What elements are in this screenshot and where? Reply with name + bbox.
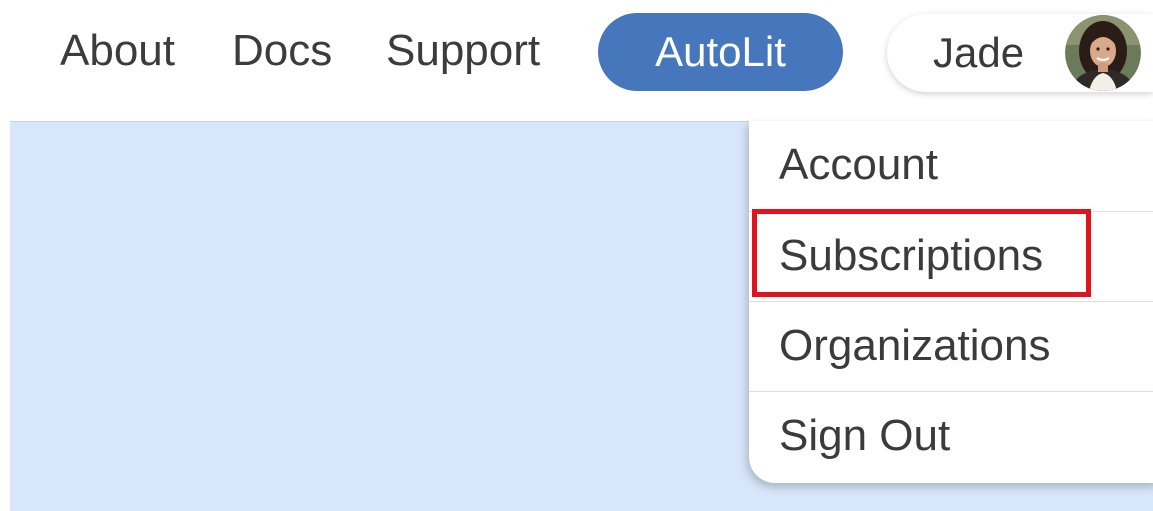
nav-link-about[interactable]: About <box>60 22 175 80</box>
menu-item-account[interactable]: Account <box>749 121 1153 211</box>
page: About Docs Support AutoLit Jade Account … <box>0 0 1153 511</box>
menu-item-sign-out[interactable]: Sign Out <box>749 391 1153 481</box>
nav-link-docs[interactable]: Docs <box>232 22 332 80</box>
user-avatar-icon <box>1065 15 1141 91</box>
nav-link-support[interactable]: Support <box>386 22 540 80</box>
top-navigation: About Docs Support AutoLit Jade <box>0 0 1153 110</box>
user-dropdown-menu: Account Subscriptions Organizations Sign… <box>749 121 1153 483</box>
avatar <box>1065 15 1141 91</box>
user-menu-button[interactable]: Jade <box>887 14 1153 92</box>
menu-item-subscriptions[interactable]: Subscriptions <box>749 211 1153 301</box>
menu-item-organizations[interactable]: Organizations <box>749 301 1153 391</box>
menu-item-label: Subscriptions <box>779 231 1044 280</box>
menu-item-label: Account <box>779 140 938 189</box>
menu-item-label: Organizations <box>779 321 1051 370</box>
user-name: Jade <box>933 29 1025 76</box>
menu-item-label: Sign Out <box>779 411 951 460</box>
autolit-button[interactable]: AutoLit <box>598 13 843 91</box>
